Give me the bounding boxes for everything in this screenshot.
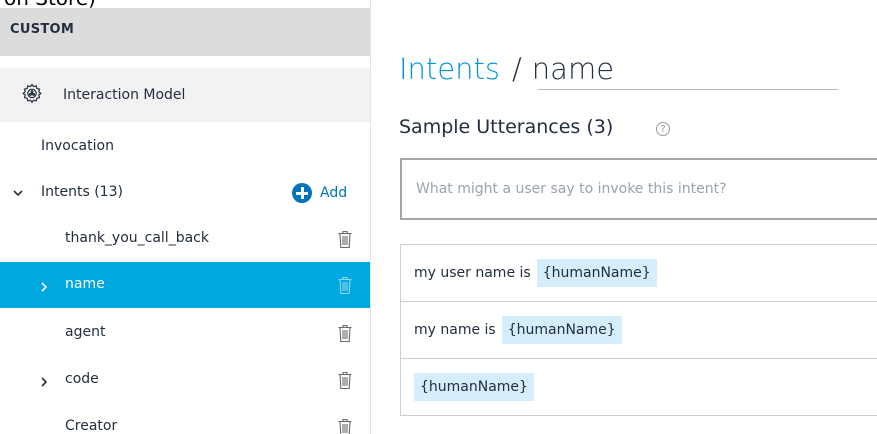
slot-token[interactable]: {humanName} [536, 259, 657, 287]
utterance-text: my user name is [414, 265, 531, 281]
sidebar-item-intent-code[interactable]: code [0, 357, 370, 403]
sidebar-item-intent-name[interactable]: name [0, 262, 370, 308]
breadcrumb-separator: / [512, 52, 522, 86]
sidebar-item-interaction-model[interactable]: Interaction Model [0, 68, 370, 122]
sample-utterances-title: Sample Utterances (3) [399, 116, 614, 138]
sidebar-item-invocation[interactable]: Invocation [0, 124, 370, 170]
sidebar-item-intent-creator[interactable]: Creator [0, 404, 370, 434]
chevron-right-icon[interactable] [40, 376, 48, 388]
trash-icon[interactable] [337, 370, 353, 390]
chevron-down-icon[interactable] [12, 188, 24, 198]
trash-icon[interactable] [337, 417, 353, 434]
utterance-row[interactable]: my user name is {humanName} [400, 245, 877, 302]
intent-label: code [65, 371, 99, 387]
plus-circle-icon [292, 183, 312, 203]
sidebar-item-intent-thank-you-call-back[interactable]: thank_you_call_back [0, 216, 370, 262]
cropped-top-label: on Store) [4, 0, 96, 8]
utterance-list: my user name is {humanName} my name is {… [400, 244, 877, 416]
intent-label: thank_you_call_back [65, 230, 209, 246]
intent-label: agent [65, 324, 106, 340]
trash-icon[interactable] [337, 323, 353, 343]
utterance-row[interactable]: {humanName} [400, 359, 877, 416]
trash-icon[interactable] [337, 229, 353, 249]
section-header-custom: CUSTOM [0, 8, 370, 56]
intent-name-title[interactable]: name [532, 52, 614, 86]
cropped-top-text: on Store) [0, 0, 370, 8]
slot-token[interactable]: {humanName} [501, 316, 622, 344]
breadcrumb-intents-link[interactable]: Intents [399, 52, 500, 86]
intent-label: name [65, 276, 105, 292]
intents-label: Intents (13) [41, 184, 123, 200]
slot-token[interactable]: {humanName} [414, 373, 534, 401]
utterance-input[interactable] [400, 158, 877, 220]
add-intent-button[interactable]: Add [292, 182, 347, 204]
trash-icon[interactable] [337, 275, 353, 295]
section-header-label: CUSTOM [10, 22, 75, 37]
utterance-text: my name is [414, 322, 496, 338]
chevron-right-icon[interactable] [40, 281, 48, 293]
help-icon[interactable]: ? [656, 122, 670, 136]
invocation-label: Invocation [41, 138, 114, 154]
breadcrumb: Intents / name [399, 52, 614, 86]
sidebar-item-intent-agent[interactable]: agent [0, 310, 370, 356]
interaction-model-label: Interaction Model [63, 87, 186, 103]
utterance-row[interactable]: my name is {humanName} [400, 302, 877, 359]
main-content: Intents / name Sample Utterances (3) ? my … [371, 0, 877, 434]
sidebar-item-intents[interactable]: Intents (13) Add [0, 170, 370, 216]
intent-label: Creator [65, 418, 118, 434]
sidebar: on Store) CUSTOM Interaction Model Invoc… [0, 0, 371, 434]
interaction-model-icon [22, 83, 42, 104]
add-intent-label: Add [320, 185, 348, 201]
intent-name-underline [538, 89, 838, 90]
